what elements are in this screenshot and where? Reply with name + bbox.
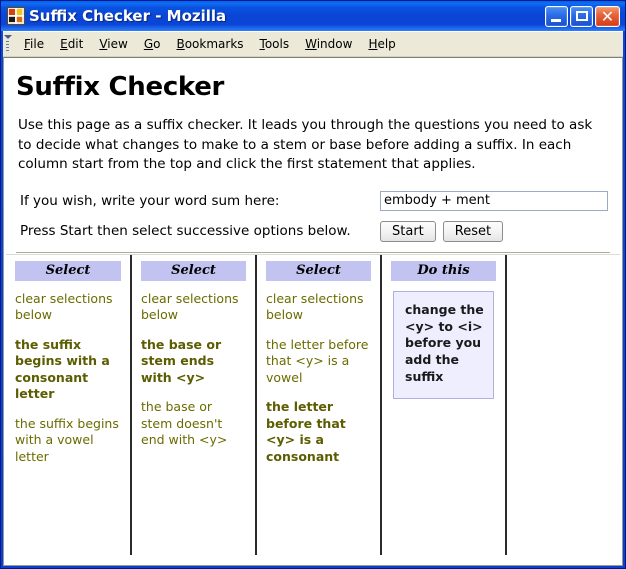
caption-buttons: ✕: [545, 5, 623, 27]
menu-item-edit[interactable]: Edit: [52, 35, 91, 53]
option-1-1[interactable]: clear selections below: [15, 291, 121, 324]
press-start-label: Press Start then select successive optio…: [20, 223, 351, 240]
minimize-button[interactable]: [545, 5, 568, 27]
close-icon: ✕: [600, 6, 615, 26]
page-viewport: Suffix Checker Use this page as a suffix…: [3, 57, 623, 566]
column-header-2: Select: [141, 260, 246, 281]
page-body: Suffix Checker Use this page as a suffix…: [4, 58, 622, 254]
wordsum-input[interactable]: [380, 190, 608, 211]
menu-item-view[interactable]: View: [91, 35, 135, 53]
decision-columns: Select clear selections below the suffix…: [6, 253, 620, 555]
page-title: Suffix Checker: [16, 72, 225, 102]
reset-button[interactable]: Reset: [442, 220, 504, 242]
option-2-3[interactable]: the base or stem doesn't end with <y>: [141, 399, 246, 449]
menu-item-file[interactable]: FFileile: [16, 35, 52, 53]
option-2-1[interactable]: clear selections below: [141, 291, 246, 324]
toolbar-grip-icon[interactable]: [3, 33, 12, 55]
menu-item-tools[interactable]: Tools: [252, 35, 298, 53]
wordsum-row: If you wish, write your word sum here:: [20, 190, 608, 211]
column-empty: [507, 254, 620, 555]
column-base-ending: Select clear selections below the base o…: [132, 254, 257, 555]
result-text: change the <y> to <i> before you add the…: [405, 301, 484, 385]
menu-item-bookmarks[interactable]: Bookmarks: [168, 35, 251, 53]
menu-item-go[interactable]: Go: [136, 35, 169, 53]
menu-item-window[interactable]: Window: [297, 35, 360, 53]
column-preceding-letter: Select clear selections below the letter…: [257, 254, 382, 555]
result-box: change the <y> to <i> before you add the…: [393, 290, 494, 400]
column-do-this: Do this change the <y> to <i> before you…: [382, 254, 507, 555]
option-1-2[interactable]: the suffix begins with a consonant lette…: [15, 337, 121, 403]
column-header-4: Do this: [391, 260, 496, 281]
title-bar: Suffix Checker - Mozilla ✕: [1, 1, 625, 31]
menu-item-help[interactable]: Help: [360, 35, 403, 53]
column-header-3: Select: [266, 260, 371, 281]
window-title: Suffix Checker - Mozilla: [29, 7, 227, 25]
column-header-1: Select: [15, 260, 121, 281]
column-suffix-type: Select clear selections below the suffix…: [6, 254, 132, 555]
start-button[interactable]: Start: [380, 220, 436, 242]
option-3-1[interactable]: clear selections below: [266, 291, 371, 324]
browser-window: Suffix Checker - Mozilla ✕ FFileile Edit…: [0, 0, 626, 569]
wordsum-label: If you wish, write your word sum here:: [20, 192, 280, 209]
menu-bar: FFileile Edit View Go Bookmarks Tools Wi…: [3, 31, 623, 57]
option-1-3[interactable]: the suffix begins with a vowel letter: [15, 416, 121, 466]
option-2-2[interactable]: the base or stem ends with <y>: [141, 337, 246, 387]
mozilla-icon: [7, 7, 25, 25]
option-3-3[interactable]: the letter before that <y> is a consonan…: [266, 399, 371, 465]
option-3-2[interactable]: the letter before that <y> is a vowel: [266, 337, 371, 387]
start-row: Press Start then select successive optio…: [20, 220, 608, 242]
close-button[interactable]: ✕: [595, 5, 620, 27]
maximize-button[interactable]: [570, 5, 593, 27]
intro-paragraph: Use this page as a suffix checker. It le…: [18, 117, 593, 173]
